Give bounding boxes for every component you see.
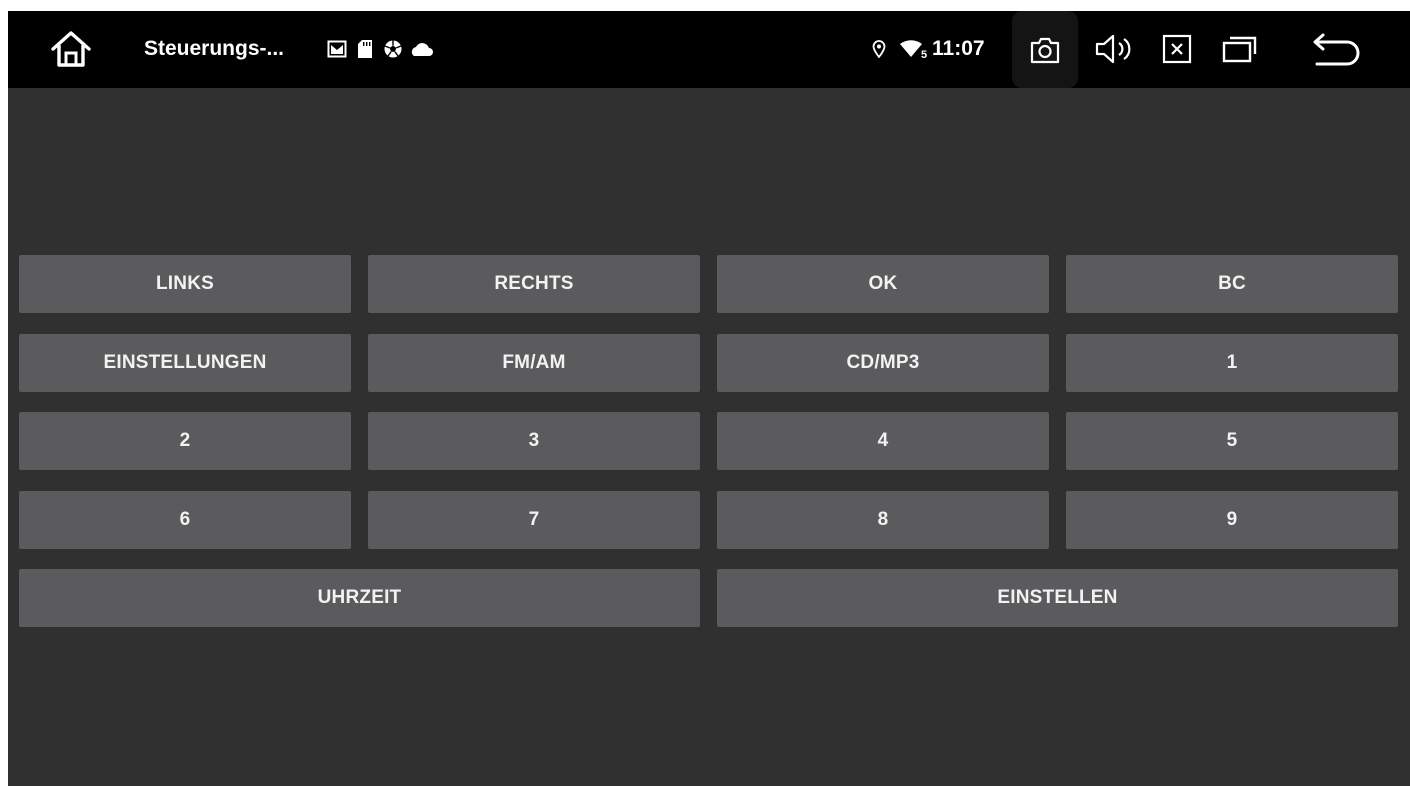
digit-9-button[interactable]: 9 (1066, 491, 1398, 549)
home-button[interactable] (44, 25, 98, 73)
cloud-icon (408, 37, 434, 61)
fm-am-button[interactable]: FM/AM (368, 334, 700, 392)
volume-button[interactable] (1091, 31, 1135, 67)
digit-2-button[interactable]: 2 (19, 412, 351, 470)
uhrzeit-button[interactable]: UHRZEIT (19, 569, 700, 627)
recents-button[interactable] (1216, 31, 1264, 67)
volume-icon (1095, 34, 1131, 64)
email-icon (326, 37, 348, 61)
digit-4-button[interactable]: 4 (717, 412, 1049, 470)
einstellen-button[interactable]: EINSTELLEN (717, 569, 1398, 627)
einstellungen-button[interactable]: EINSTELLUNGEN (19, 334, 351, 392)
back-icon (1313, 33, 1360, 66)
wifi-icon: 5 (899, 37, 929, 61)
cd-mp3-button[interactable]: CD/MP3 (717, 334, 1049, 392)
camera-icon (1030, 37, 1060, 63)
app-title: Steuerungs-... (144, 37, 285, 60)
digit-1-button[interactable]: 1 (1066, 334, 1398, 392)
home-icon (51, 31, 91, 67)
sd-card-icon (354, 37, 376, 61)
digit-5-button[interactable]: 5 (1066, 412, 1398, 470)
links-button[interactable]: LINKS (19, 255, 351, 313)
bc-button[interactable]: BC (1066, 255, 1398, 313)
soccer-ball-icon (382, 37, 404, 61)
screenshot-button[interactable] (1012, 11, 1078, 88)
digit-7-button[interactable]: 7 (368, 491, 700, 549)
rechts-button[interactable]: RECHTS (368, 255, 700, 313)
ok-button[interactable]: OK (717, 255, 1049, 313)
svg-text:5: 5 (921, 49, 927, 60)
close-app-button[interactable] (1156, 31, 1198, 67)
digit-3-button[interactable]: 3 (368, 412, 700, 470)
location-icon (870, 37, 888, 61)
digit-6-button[interactable]: 6 (19, 491, 351, 549)
digit-8-button[interactable]: 8 (717, 491, 1049, 549)
clock: 11:07 (932, 37, 985, 60)
status-bar: Steuerungs-... 5 11:07 (8, 11, 1410, 88)
close-icon (1162, 34, 1192, 64)
app-screen: Steuerungs-... 5 11:07 LINKS RECHTS OK B… (8, 11, 1410, 786)
back-button[interactable] (1308, 29, 1364, 69)
recents-icon (1222, 36, 1257, 63)
